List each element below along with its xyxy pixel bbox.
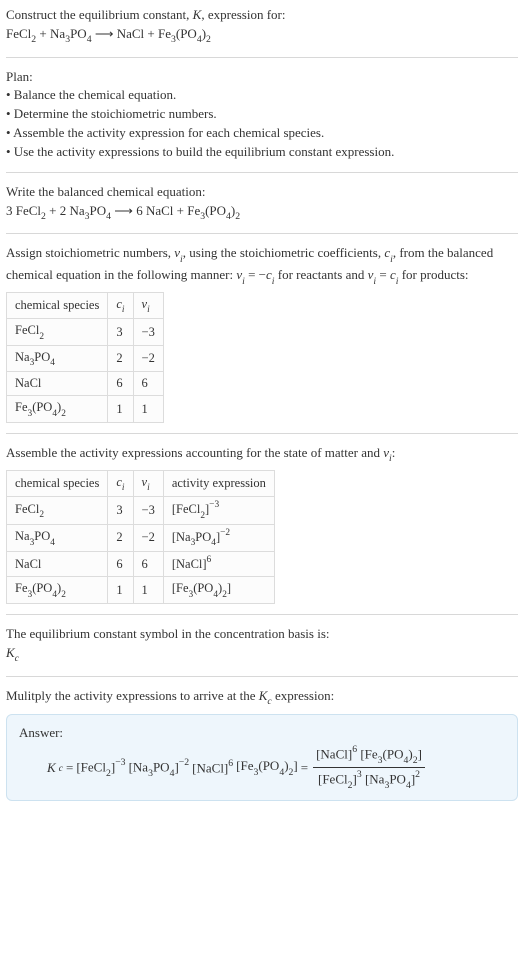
col-ci: ci bbox=[108, 292, 133, 319]
plan-bullet: • Assemble the activity expression for e… bbox=[6, 124, 518, 143]
unbalanced-equation: FeCl2 + Na3PO4 ⟶ NaCl + Fe3(PO4)2 bbox=[6, 25, 518, 47]
divider bbox=[6, 676, 518, 677]
prompt-text2: , expression for: bbox=[201, 7, 285, 22]
denominator: [FeCl2]3 [Na3PO4]2 bbox=[313, 768, 425, 790]
table-row: Fe3(PO4)2 1 1 bbox=[7, 396, 164, 423]
divider bbox=[6, 172, 518, 173]
answer-equation: Kc = [FeCl2]−3 [Na3PO4]−2 [NaCl]6 [Fe3(P… bbox=[19, 745, 505, 790]
activity-block: Assemble the activity expressions accoun… bbox=[6, 444, 518, 604]
numerator: [NaCl]6 [Fe3(PO4)2] bbox=[313, 745, 425, 768]
table-row: Na3PO4 2 −2 bbox=[7, 345, 164, 372]
table-row: FeCl2 3 −3 [FeCl2]−3 bbox=[7, 497, 275, 525]
balanced-block: Write the balanced chemical equation: 3 … bbox=[6, 183, 518, 224]
kc-symbol-block: The equilibrium constant symbol in the c… bbox=[6, 625, 518, 666]
plan-title: Plan: bbox=[6, 68, 518, 87]
plan-bullet: • Use the activity expressions to build … bbox=[6, 143, 518, 162]
divider bbox=[6, 614, 518, 615]
table-row: Fe3(PO4)2 1 1 [Fe3(PO4)2] bbox=[7, 577, 275, 604]
plan-block: Plan: • Balance the chemical equation. •… bbox=[6, 68, 518, 162]
plan-bullet: • Determine the stoichiometric numbers. bbox=[6, 105, 518, 124]
stoich-block: Assign stoichiometric numbers, νi, using… bbox=[6, 244, 518, 422]
table-row: FeCl2 3 −3 bbox=[7, 319, 164, 346]
answer-box: Answer: Kc = [FeCl2]−3 [Na3PO4]−2 [NaCl]… bbox=[6, 714, 518, 801]
balanced-equation: 3 FeCl2 + 2 Na3PO4 ⟶ 6 NaCl + Fe3(PO4)2 bbox=[6, 202, 518, 224]
balanced-title: Write the balanced chemical equation: bbox=[6, 183, 518, 202]
kc-intro: The equilibrium constant symbol in the c… bbox=[6, 625, 518, 644]
kc-symbol: Kc bbox=[6, 644, 518, 666]
divider bbox=[6, 57, 518, 58]
table-row: NaCl 6 6 [NaCl]6 bbox=[7, 552, 275, 577]
activity-intro: Assemble the activity expressions accoun… bbox=[6, 444, 518, 466]
stoich-intro: Assign stoichiometric numbers, νi, using… bbox=[6, 244, 518, 287]
table-row: Na3PO4 2 −2 [Na3PO4]−2 bbox=[7, 524, 275, 552]
divider bbox=[6, 233, 518, 234]
stoich-table: chemical species ci νi FeCl2 3 −3 Na3PO4… bbox=[6, 292, 164, 423]
fraction: [NaCl]6 [Fe3(PO4)2] [FeCl2]3 [Na3PO4]2 bbox=[313, 745, 425, 790]
multiply-block: Mulitply the activity expressions to arr… bbox=[6, 687, 518, 802]
table-header-row: chemical species ci νi bbox=[7, 292, 164, 319]
answer-label: Answer: bbox=[19, 725, 505, 741]
table-row: NaCl 6 6 bbox=[7, 372, 164, 396]
header-block: Construct the equilibrium constant, K, e… bbox=[6, 6, 518, 47]
col-species: chemical species bbox=[7, 292, 108, 319]
prompt-text: Construct the equilibrium constant, bbox=[6, 7, 193, 22]
multiply-intro: Mulitply the activity expressions to arr… bbox=[6, 687, 518, 709]
col-vi: νi bbox=[133, 292, 163, 319]
plan-bullet: • Balance the chemical equation. bbox=[6, 86, 518, 105]
table-header-row: chemical species ci νi activity expressi… bbox=[7, 470, 275, 497]
activity-table: chemical species ci νi activity expressi… bbox=[6, 470, 275, 604]
header-line1: Construct the equilibrium constant, K, e… bbox=[6, 6, 518, 25]
divider bbox=[6, 433, 518, 434]
